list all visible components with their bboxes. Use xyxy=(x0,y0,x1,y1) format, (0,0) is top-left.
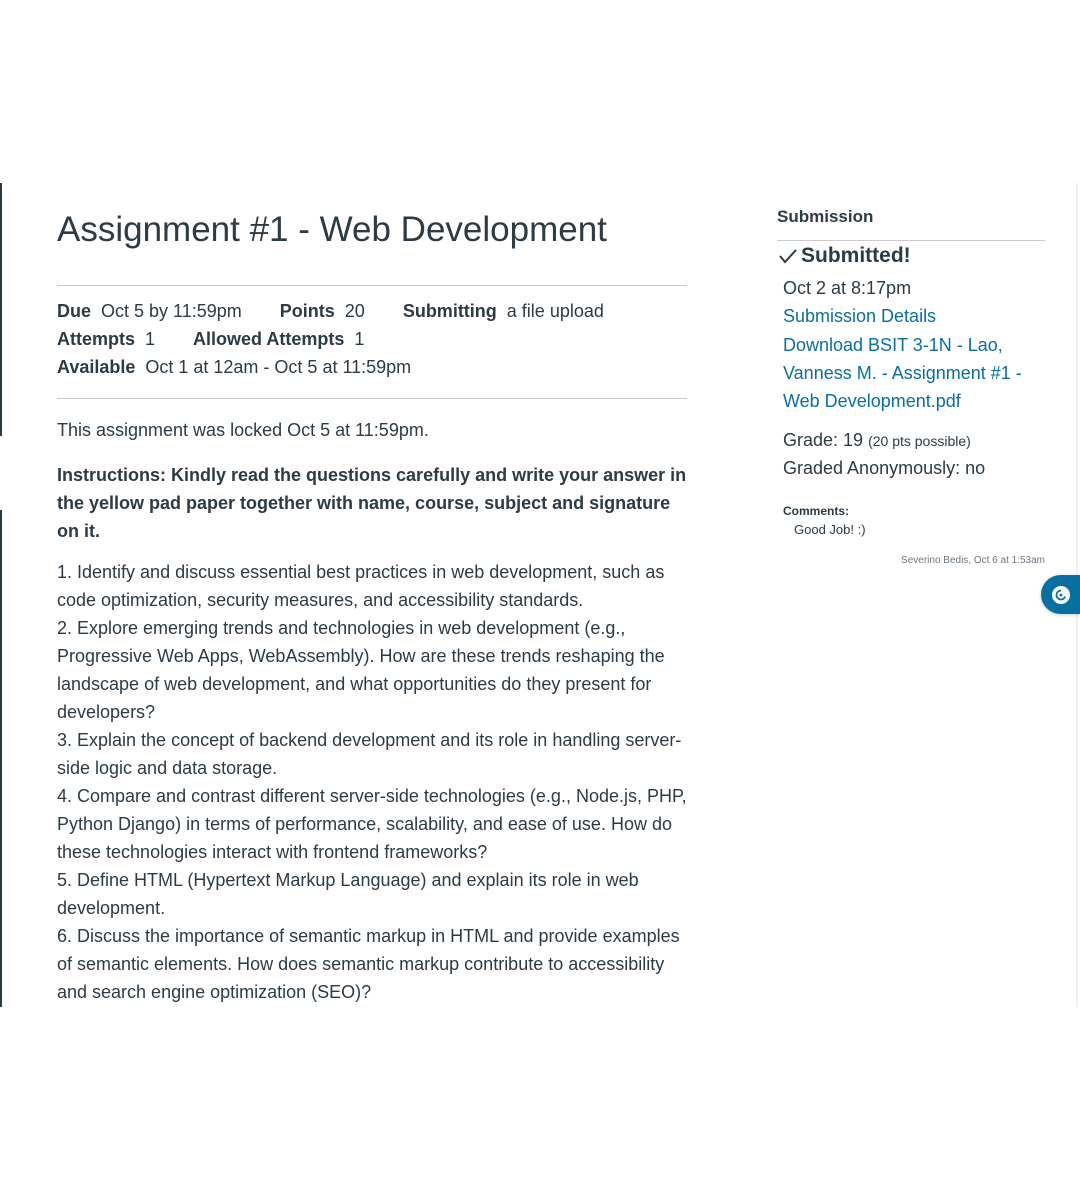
question-item: 4. Compare and contrast different server… xyxy=(57,786,687,862)
submission-details-link[interactable]: Submission Details xyxy=(783,306,936,327)
attempts-value: 1 xyxy=(145,329,156,349)
submitting-label: Submitting xyxy=(402,301,497,321)
question-item: 1. Identify and discuss essential best p… xyxy=(57,562,665,610)
comments-label: Comments: xyxy=(783,504,850,518)
points-label: Points xyxy=(279,301,335,321)
submission-status-text: Submitted! xyxy=(801,244,911,267)
left-border-top xyxy=(0,183,2,436)
question-item: 6. Discuss the importance of semantic ma… xyxy=(57,926,680,1002)
submission-date: Oct 2 at 8:17pm xyxy=(783,278,912,298)
submission-heading: Submission xyxy=(777,207,874,226)
grade: Grade: 19 (20 pts possible) xyxy=(783,430,971,451)
comment-author: Severino Bedis, Oct 6 at 1:53am xyxy=(901,555,1045,566)
left-border-bottom xyxy=(0,510,2,1007)
download-submission-link[interactable]: Download BSIT 3-1N - Lao, Vanness M. - A… xyxy=(783,331,1043,415)
details-row-due: Due Oct 5 by 11:59pm Points 20 Submitting a f… xyxy=(57,301,604,322)
question-item: 5. Define HTML (Hypertext Markup Languag… xyxy=(57,870,639,918)
details-row-available: Available Oct 1 at 12am - Oct 5 at 11:59p… xyxy=(57,357,411,378)
question-item: 2. Explore emerging trends and technolog… xyxy=(57,618,665,722)
graded-anonymously: Graded Anonymously: no xyxy=(783,458,986,478)
grade-value: Grade: 19 xyxy=(783,430,864,450)
question-item: 3. Explain the concept of backend develo… xyxy=(57,730,682,778)
details-row-attempts: Attempts 1 Allowed Attempts 1 xyxy=(57,329,364,350)
submission-status: Submitted! xyxy=(777,244,911,268)
divider-bottom xyxy=(57,398,687,399)
available-label: Available xyxy=(57,357,136,377)
instructions: Instructions: Kindly read the questions … xyxy=(57,465,687,541)
comment-text: Good Job! :) xyxy=(794,522,866,537)
chat-bubble-icon xyxy=(1051,585,1070,604)
page-title: Assignment #1 - Web Development xyxy=(57,210,607,249)
points-value: 20 xyxy=(344,301,365,321)
floating-help-button[interactable] xyxy=(1041,575,1080,614)
submitting-value: a file upload xyxy=(506,301,604,321)
allowed-attempts-label: Allowed Attempts xyxy=(193,329,345,349)
divider-top xyxy=(57,285,687,286)
available-value: Oct 1 at 12am - Oct 5 at 11:59pm xyxy=(145,357,412,377)
due-value: Oct 5 by 11:59pm xyxy=(101,301,242,321)
grade-possible: (20 pts possible) xyxy=(868,433,971,449)
check-icon xyxy=(777,245,799,267)
submission-divider xyxy=(777,240,1045,241)
allowed-attempts-value: 1 xyxy=(354,329,365,349)
lock-note: This assignment was locked Oct 5 at 11:5… xyxy=(57,420,429,440)
attempts-label: Attempts xyxy=(57,329,136,349)
question-list: 1. Identify and discuss essential best p… xyxy=(57,558,687,1006)
due-label: Due xyxy=(57,301,92,321)
